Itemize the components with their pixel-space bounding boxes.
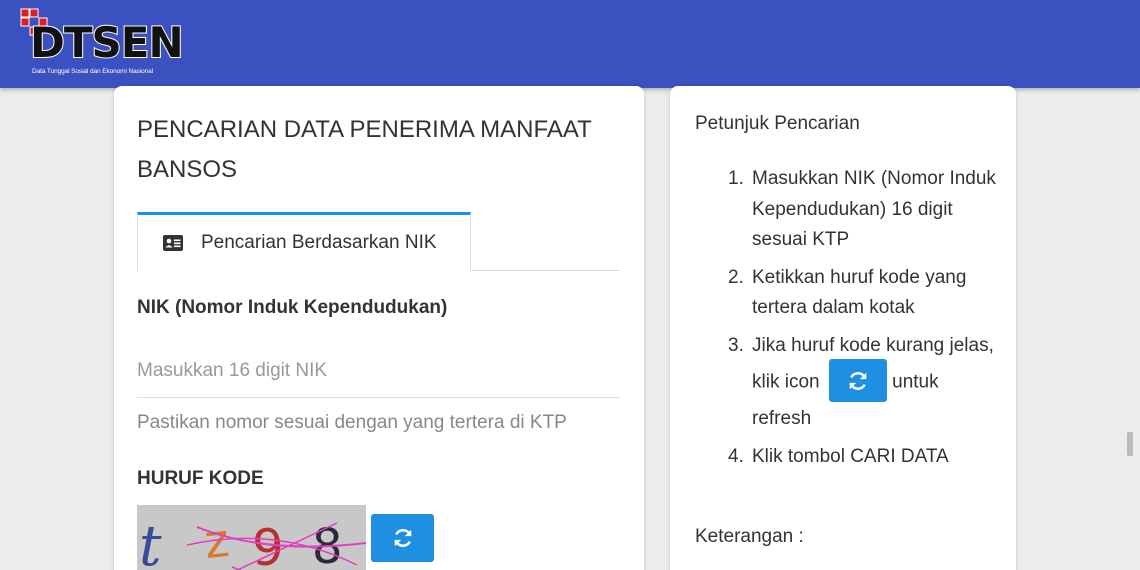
nik-label: NIK (Nomor Induk Kependudukan) [137, 297, 448, 318]
nik-input[interactable] [137, 344, 620, 398]
svg-text:8: 8 [312, 519, 343, 570]
nik-helper-text: Pastikan nomor sesuai dengan yang terter… [137, 412, 567, 433]
captcha-label: HURUF KODE [137, 468, 264, 489]
tab-label: Pencarian Berdasarkan NIK [201, 232, 437, 253]
logo-text: DTSEN [29, 18, 185, 67]
search-card: PENCARIAN DATA PENERIMA MANFAAT BANSOS P… [114, 86, 644, 570]
instruction-text: Masukkan NIK (Nomor Induk Kependudukan) … [752, 168, 996, 250]
scrollbar-thumb[interactable] [1127, 432, 1133, 456]
svg-text:t: t [139, 514, 162, 570]
instruction-text: Klik tombol CARI DATA [752, 445, 949, 467]
instruction-text: Ketikkan huruf kode yang tertera dalam k… [752, 266, 967, 319]
captcha-refresh-button[interactable] [371, 514, 434, 562]
id-card-icon [163, 235, 183, 251]
instruction-step: 4. Klik tombol CARI DATA [728, 445, 949, 467]
refresh-icon [393, 528, 412, 548]
top-header-bar: DTSEN Data Tunggal Sosial dan Ekonomi Na… [0, 0, 1140, 88]
instruction-step: 3. Jika huruf kode kurang jelas, klik ic… [728, 334, 994, 430]
refresh-icon [849, 371, 867, 390]
inline-refresh-button[interactable] [828, 359, 887, 402]
tab-nik-search[interactable]: Pencarian Berdasarkan NIK [137, 212, 471, 271]
instruction-step: 1. Masukkan NIK (Nomor Induk Kependuduka… [728, 168, 996, 250]
keterangan-label: Keterangan : [695, 526, 804, 547]
instructions-card: Petunjuk Pencarian 1. Masukkan NIK (Nomo… [670, 86, 1016, 570]
captcha-image: t z 9 8 [137, 505, 366, 570]
instruction-step: 2. Ketikkan huruf kode yang tertera dala… [728, 266, 967, 319]
logo-subtitle: Data Tunggal Sosial dan Ekonomi Nasional [32, 68, 154, 75]
instructions-title: Petunjuk Pencarian [695, 113, 860, 134]
instructions-list: 1. Masukkan NIK (Nomor Induk Kependuduka… [728, 164, 998, 479]
page-title: PENCARIAN DATA PENERIMA MANFAAT BANSOS [137, 116, 592, 183]
dtsen-logo[interactable]: DTSEN Data Tunggal Sosial dan Ekonomi Na… [18, 8, 188, 80]
